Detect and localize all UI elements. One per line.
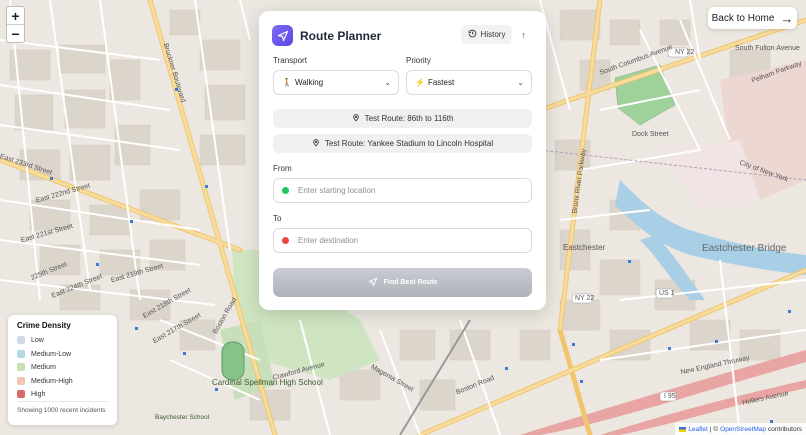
map-label-i95: I 95: [664, 393, 676, 400]
history-label: History: [480, 30, 506, 39]
leaflet-link[interactable]: Leaflet: [688, 426, 708, 433]
back-to-home-label: Back to Home: [711, 12, 775, 24]
test-route-2-label: Test Route: Yankee Stadium to Lincoln Ho…: [324, 139, 494, 148]
zoom-control: + −: [6, 6, 25, 43]
legend-divider: [17, 401, 108, 402]
green-dot-icon: [282, 187, 289, 194]
legend-label: Low: [31, 336, 44, 344]
panel-title: Route Planner: [300, 28, 382, 43]
test-route-1-button[interactable]: Test Route: 86th to 116th: [273, 109, 532, 128]
legend-swatch: [17, 390, 25, 398]
crime-density-legend: Crime Density Low Medium-Low Medium Medi…: [8, 315, 117, 425]
map-label-south-fulton: South Fulton Avenue: [735, 45, 800, 52]
legend-note: Showing 1000 recent incidents: [17, 407, 106, 414]
from-label: From: [273, 164, 292, 173]
map-pin-icon: [352, 113, 360, 124]
legend-title: Crime Density: [17, 321, 71, 330]
legend-item-medium-high: Medium-High: [17, 377, 73, 385]
chevron-down-icon: ⌄: [384, 78, 391, 87]
legend-swatch: [17, 350, 25, 358]
legend-swatch: [17, 377, 25, 385]
legend-label: Medium-High: [31, 377, 73, 385]
transport-label: Transport: [273, 56, 307, 65]
legend-item-medium-low: Medium-Low: [17, 350, 71, 358]
legend-item-medium: Medium: [17, 363, 56, 371]
navigation-arrow-icon: [272, 25, 293, 46]
map-label-dock-street: Dock Street: [632, 131, 669, 138]
to-field: [273, 228, 532, 253]
map-label-ny22: NY 22: [675, 49, 695, 56]
map-label-eastchester: Eastchester: [563, 243, 606, 252]
transport-select[interactable]: 🚶 Walking ⌄: [273, 70, 399, 95]
osm-link[interactable]: OpenStreetMap: [720, 426, 766, 433]
legend-swatch: [17, 363, 25, 371]
legend-label: Medium: [31, 363, 56, 371]
map-label-baychester-school: Baychester School: [155, 414, 210, 421]
send-arrow-icon: [368, 277, 378, 289]
map-label-us1: US 1: [659, 290, 675, 297]
legend-label: Medium-Low: [31, 350, 72, 358]
arrow-right-icon: →: [780, 10, 794, 26]
find-best-route-label: Find Best Route: [383, 279, 438, 286]
chevron-down-icon: ⌄: [517, 78, 524, 87]
red-dot-icon: [282, 237, 289, 244]
map-label-cardinal: Cardinal Spellman High School: [212, 378, 323, 387]
transport-value: Walking: [294, 78, 324, 87]
legend-label: High: [31, 390, 46, 398]
history-button[interactable]: History: [461, 25, 512, 44]
route-planner-panel: Route Planner History ↑ Transport 🚶 Walk…: [259, 11, 546, 310]
map-attribution: Leaflet | © OpenStreetMap contributors: [675, 423, 806, 435]
panel-header: Route Planner History ↑: [272, 24, 533, 47]
history-icon: [468, 29, 477, 40]
lightning-icon: ⚡: [415, 78, 425, 87]
find-best-route-button[interactable]: Find Best Route: [273, 268, 532, 297]
to-label: To: [273, 214, 282, 223]
from-field: [273, 178, 532, 203]
legend-item-low: Low: [17, 336, 44, 344]
legend-swatch: [17, 336, 25, 344]
attribution-separator: | ©: [709, 425, 719, 433]
legend-item-high: High: [17, 390, 45, 398]
from-input[interactable]: [296, 185, 520, 196]
zoom-out-button[interactable]: −: [7, 25, 24, 42]
priority-select[interactable]: ⚡ Fastest ⌄: [406, 70, 532, 95]
attribution-suffix: contributors: [768, 425, 802, 433]
arrow-up-icon: ↑: [521, 29, 526, 40]
map-pin-icon: [312, 138, 320, 149]
back-to-home-button[interactable]: Back to Home →: [708, 7, 797, 29]
test-route-1-label: Test Route: 86th to 116th: [364, 114, 454, 123]
collapse-up-button[interactable]: ↑: [514, 25, 533, 44]
ukraine-flag-icon: [679, 426, 687, 432]
map-label-ny22b: NY 22: [575, 295, 595, 302]
to-input[interactable]: [296, 235, 520, 246]
priority-label: Priority: [406, 56, 431, 65]
priority-value: Fastest: [427, 78, 455, 87]
map-label-eastchester-bridge: Eastchester Bridge: [702, 243, 787, 254]
test-route-2-button[interactable]: Test Route: Yankee Stadium to Lincoln Ho…: [273, 134, 532, 153]
walking-person-icon: 🚶: [282, 78, 292, 87]
zoom-in-button[interactable]: +: [7, 7, 24, 25]
